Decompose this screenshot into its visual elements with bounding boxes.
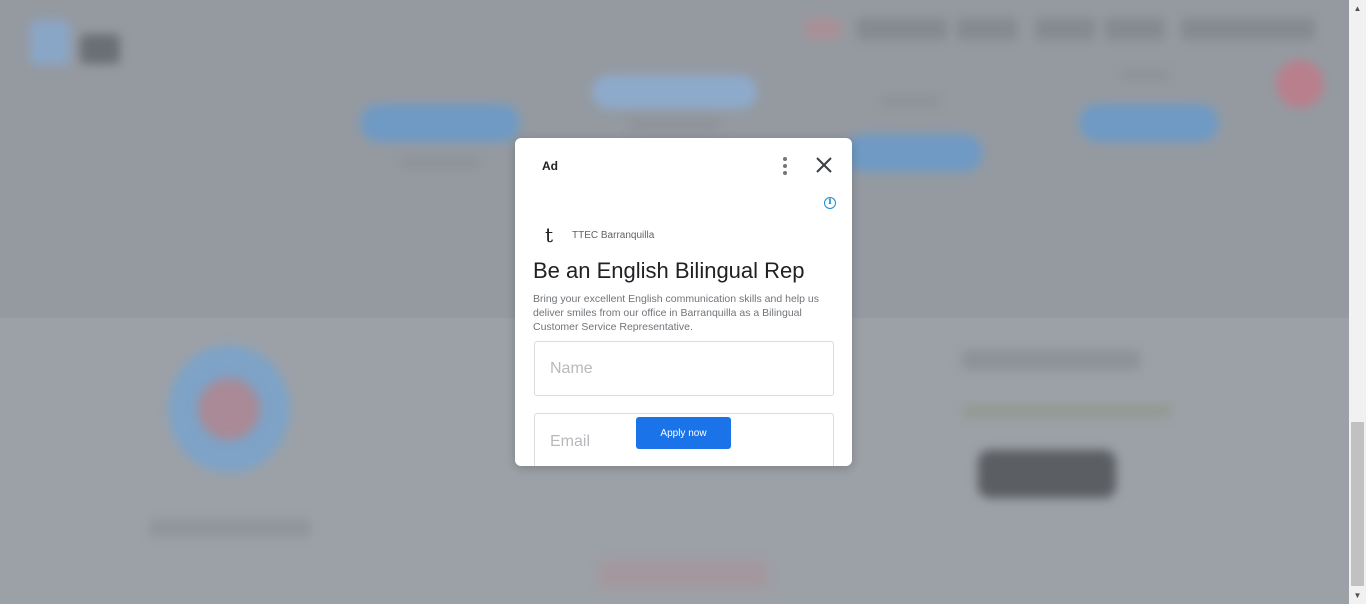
background-button <box>845 134 983 172</box>
background-badge-center <box>198 378 260 440</box>
background-accent <box>1276 60 1324 108</box>
background-text <box>962 350 1140 370</box>
background-button <box>592 75 757 109</box>
close-icon[interactable] <box>813 154 835 176</box>
background-text <box>880 96 940 106</box>
background-button <box>978 450 1116 498</box>
site-nav <box>805 18 1315 40</box>
site-logo <box>30 20 125 70</box>
background-text <box>598 560 768 588</box>
background-button <box>1079 104 1219 142</box>
background-text <box>400 158 480 168</box>
name-input[interactable] <box>535 342 833 395</box>
advertiser-logo: t <box>544 223 554 247</box>
more-vert-icon[interactable] <box>777 155 793 177</box>
ad-label: Ad <box>542 159 558 173</box>
advertiser: t TTEC Barranquilla <box>539 224 654 246</box>
arrow-down-icon[interactable]: ▼ <box>1349 587 1366 604</box>
page-scrollbar[interactable]: ▲ ▼ <box>1349 0 1366 604</box>
background-text <box>1120 70 1170 80</box>
apply-now-label: Apply now <box>660 428 707 439</box>
arrow-up-icon[interactable]: ▲ <box>1349 0 1366 17</box>
background-text <box>150 520 310 536</box>
background-button <box>360 104 520 142</box>
info-icon[interactable]: i <box>824 197 836 209</box>
apply-now-button[interactable]: Apply now <box>636 417 731 449</box>
scrollbar-thumb[interactable] <box>1351 422 1364 586</box>
name-field[interactable] <box>534 341 834 396</box>
ad-headline: Be an English Bilingual Rep <box>533 258 805 283</box>
background-text <box>962 405 1172 417</box>
background-text <box>630 120 720 130</box>
ad-description: Bring your excellent English communicati… <box>533 293 819 333</box>
advertiser-name: TTEC Barranquilla <box>572 229 655 241</box>
ad-dialog: Ad i t TTEC Barranquilla Be an English B… <box>515 138 852 466</box>
